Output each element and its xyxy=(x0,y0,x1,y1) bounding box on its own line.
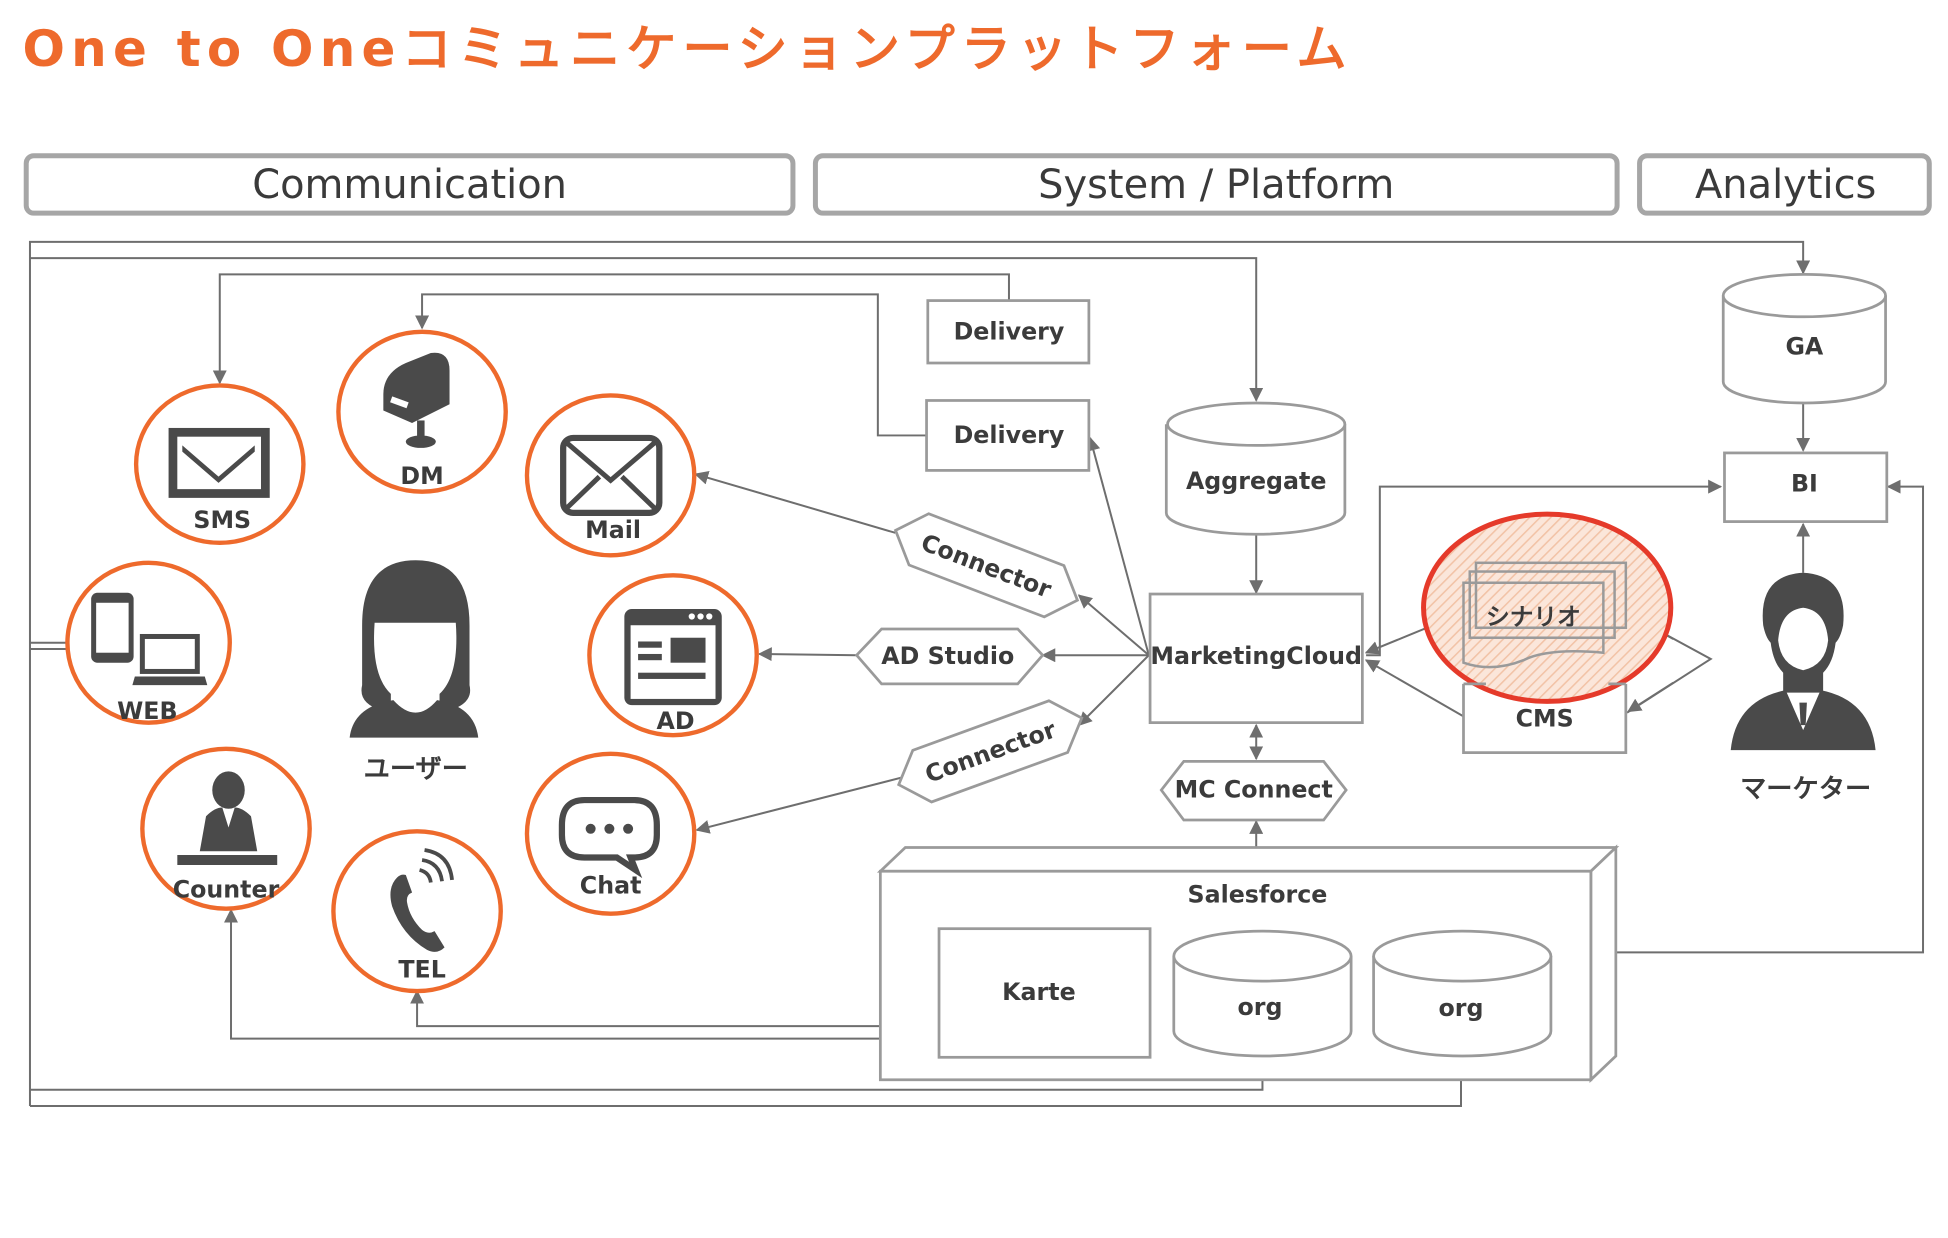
ga-label: GA xyxy=(1785,332,1823,360)
user-label: ユーザー xyxy=(364,755,468,785)
section-system-platform: System / Platform xyxy=(812,153,1620,216)
scenario-label: シナリオ xyxy=(1486,603,1581,631)
channel-ad[interactable]: AD xyxy=(587,573,759,738)
salesforce-label: Salesforce xyxy=(1188,880,1328,908)
browser-ad-icon xyxy=(624,609,722,706)
connector-top[interactable]: Connector xyxy=(886,505,1088,626)
channel-web-label: WEB xyxy=(117,697,177,725)
section-communication-label: Communication xyxy=(252,162,567,208)
marketer-actor: マーケター xyxy=(1730,572,1876,805)
ad-studio[interactable]: AD Studio xyxy=(854,627,1045,686)
channel-tel[interactable]: TEL xyxy=(331,829,503,994)
delivery-2-label: Delivery xyxy=(954,421,1065,449)
line-mc-delivery xyxy=(1086,436,1150,656)
marketing-cloud[interactable]: MarketingCloud xyxy=(1148,592,1364,725)
line-tel-karte xyxy=(410,989,938,1034)
line-adstudio-ad xyxy=(757,647,857,662)
mc-connect-label: MC Connect xyxy=(1175,776,1333,804)
delivery-box-1[interactable]: Delivery xyxy=(926,299,1091,365)
platform-diagram: One to Oneコミュニケーションプラットフォーム Communicatio… xyxy=(22,20,1932,1107)
org-1-label: org xyxy=(1237,993,1282,1021)
channel-dm-label: DM xyxy=(400,462,443,490)
aggregate-label: Aggregate xyxy=(1186,467,1327,495)
ad-studio-label: AD Studio xyxy=(881,642,1014,670)
section-system-platform-label: System / Platform xyxy=(1038,162,1394,208)
scenario-highlight[interactable]: シナリオ xyxy=(1421,511,1674,704)
marketing-cloud-label: MarketingCloud xyxy=(1150,642,1362,670)
line-cms-mc xyxy=(1364,659,1464,718)
cms-label: CMS xyxy=(1516,704,1574,732)
line-mc-connector-bottom xyxy=(1077,654,1150,727)
channel-sms[interactable]: SMS xyxy=(133,383,306,546)
channel-dm[interactable]: DM xyxy=(336,329,508,494)
channel-ad-label: AD xyxy=(657,707,695,735)
channel-counter[interactable]: Counter xyxy=(140,746,312,911)
channel-counter-label: Counter xyxy=(173,875,280,903)
bi-box[interactable]: BI xyxy=(1723,451,1889,523)
page-title: One to Oneコミュニケーションプラットフォーム xyxy=(22,20,1352,78)
line-delivery-sms xyxy=(212,273,1010,385)
marketer-male-icon xyxy=(1730,572,1876,751)
delivery-1-label: Delivery xyxy=(954,317,1065,345)
channel-sms-label: SMS xyxy=(193,506,251,534)
karte-label: Karte xyxy=(1002,978,1076,1006)
channel-chat-label: Chat xyxy=(580,872,642,900)
marketer-label: マーケター xyxy=(1740,775,1871,805)
channel-web[interactable]: WEB xyxy=(65,560,232,725)
ga-db[interactable]: GA xyxy=(1721,272,1887,405)
user-female-icon xyxy=(349,560,479,738)
user-actor: ユーザー xyxy=(349,560,479,785)
line-mc-connector-top xyxy=(1077,594,1150,656)
aggregate-db[interactable]: Aggregate xyxy=(1164,401,1347,536)
line-connector-chat xyxy=(695,776,902,834)
connector-bottom[interactable]: Connector xyxy=(889,692,1091,810)
section-analytics-label: Analytics xyxy=(1695,162,1876,208)
org-db-2[interactable]: org xyxy=(1372,929,1553,1058)
mc-connect[interactable]: MC Connect xyxy=(1159,759,1348,822)
karte-box[interactable]: Karte xyxy=(937,927,1152,1059)
bi-label: BI xyxy=(1791,470,1818,498)
section-analytics: Analytics xyxy=(1637,153,1932,216)
sms-envelope-icon xyxy=(168,427,270,498)
line-connector-mail xyxy=(694,470,896,534)
channel-mail-label: Mail xyxy=(585,516,641,544)
channel-chat[interactable]: Chat xyxy=(524,751,697,916)
channel-mail[interactable]: Mail xyxy=(524,393,697,558)
line-marketer-cms xyxy=(1627,681,1674,713)
section-communication: Communication xyxy=(23,153,796,216)
org-db-1[interactable]: org xyxy=(1172,929,1353,1058)
org-2-label: org xyxy=(1439,994,1484,1022)
channel-tel-label: TEL xyxy=(398,955,445,983)
delivery-box-2[interactable]: Delivery xyxy=(925,399,1091,472)
